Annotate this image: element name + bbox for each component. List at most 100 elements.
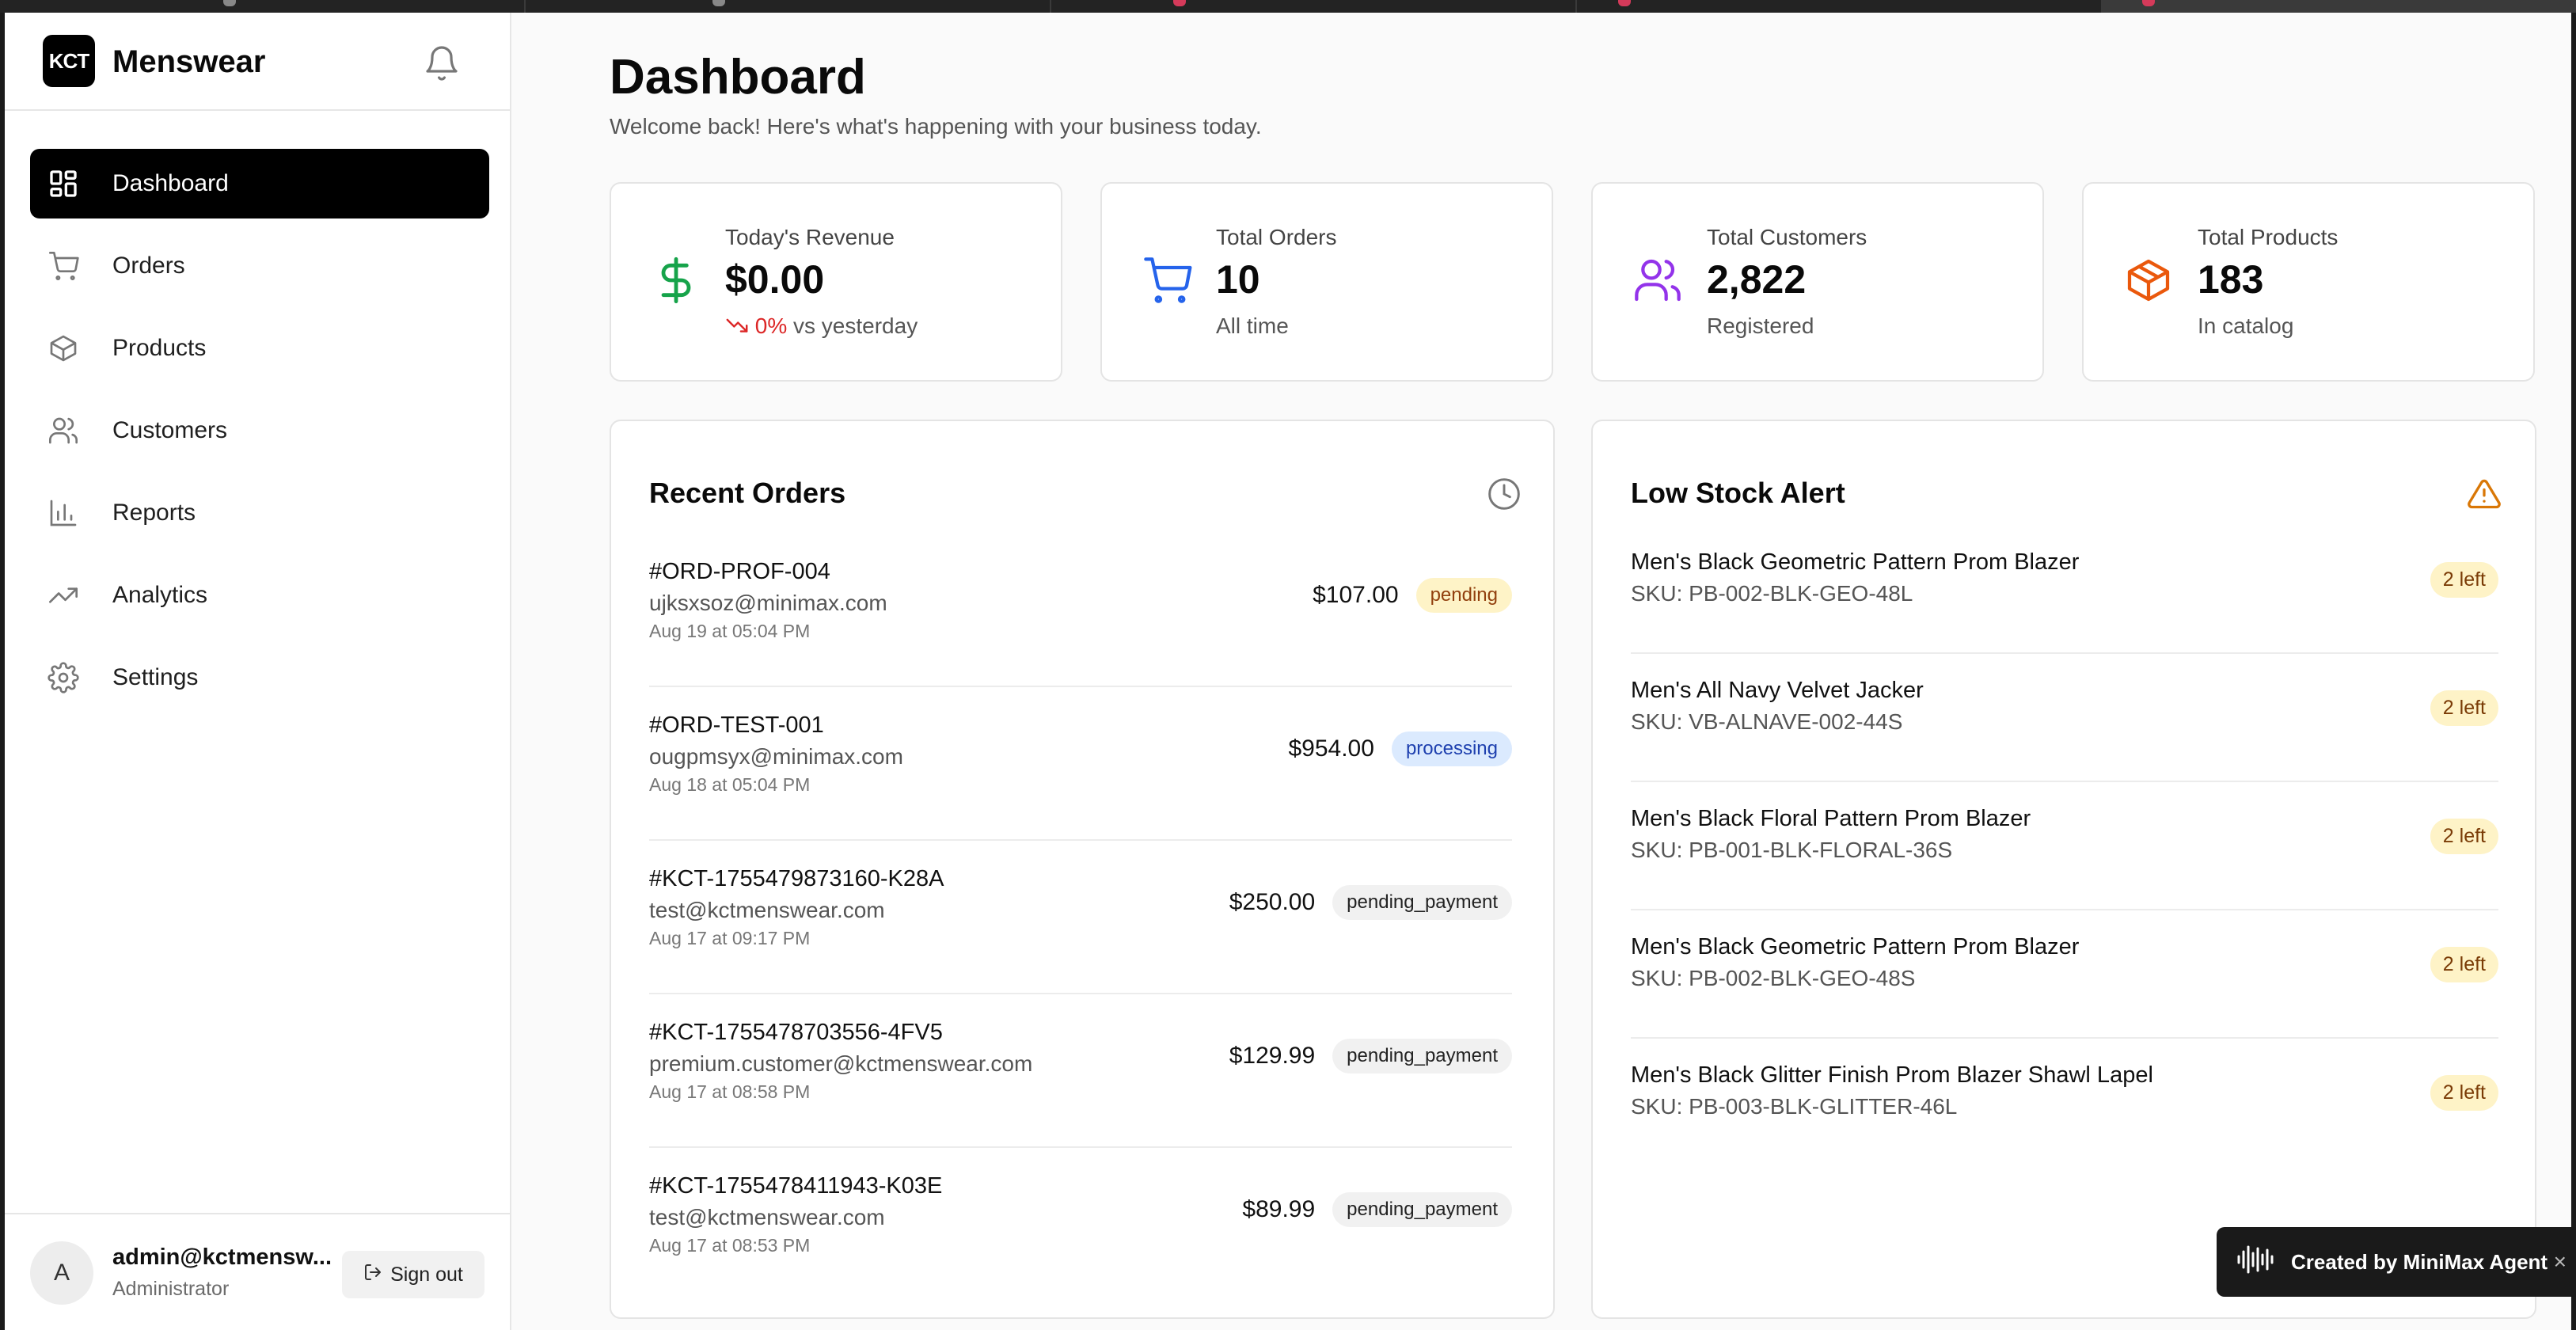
dashboard-grid-icon [47, 168, 79, 200]
clock-icon [1487, 477, 1522, 511]
low-stock-item[interactable]: Men's Black Floral Pattern Prom Blazer S… [1631, 782, 2498, 910]
brand-name: Menswear [112, 44, 266, 79]
status-badge: pending_payment [1332, 1192, 1512, 1227]
stat-card-products: Total Products 183 In catalog [2082, 182, 2535, 382]
close-icon[interactable]: × [2554, 1249, 2567, 1275]
stock-left-badge: 2 left [2430, 690, 2498, 726]
sidebar-item-label: Analytics [112, 582, 208, 608]
app-window: KCT Menswear Dashboard Orders Products C… [5, 13, 2571, 1330]
product-sku: SKU: PB-002-BLK-GEO-48L [1631, 581, 1913, 606]
stat-subtext: All time [1216, 314, 1289, 338]
order-date: Aug 18 at 05:04 PM [649, 774, 811, 795]
order-row[interactable]: #ORD-TEST-001 ougpmsyx@minimax.com Aug 1… [649, 687, 1512, 841]
users-icon [1632, 255, 1683, 306]
stock-left-badge: 2 left [2430, 1075, 2498, 1111]
trending-up-icon [47, 580, 79, 611]
browser-tab[interactable] [0, 0, 526, 13]
sidebar-item-analytics[interactable]: Analytics [30, 560, 489, 630]
low-stock-item[interactable]: Men's All Navy Velvet Jacker SKU: VB-ALN… [1631, 654, 2498, 782]
panel-title: Low Stock Alert [1631, 477, 1845, 509]
package-box-icon [2123, 255, 2174, 306]
trending-down-icon [725, 314, 755, 338]
shopping-cart-icon [47, 250, 79, 282]
minimax-agent-toast[interactable]: Created by MiniMax Agent × [2217, 1227, 2576, 1297]
low-stock-item[interactable]: Men's Black Geometric Pattern Prom Blaze… [1631, 526, 2498, 654]
order-amount: $107.00 [1313, 582, 1399, 608]
low-stock-panel: Low Stock Alert Men's Black Geometric Pa… [1591, 420, 2536, 1319]
stat-card-orders: Total Orders 10 All time [1100, 182, 1553, 382]
user-panel: A admin@kctmensw... Administrator Sign o… [5, 1213, 511, 1330]
tab-favicon [1173, 0, 1186, 6]
browser-tab-active[interactable] [2103, 0, 2576, 13]
bar-chart-icon [47, 497, 79, 529]
stat-card-customers: Total Customers 2,822 Registered [1591, 182, 2044, 382]
order-date: Aug 17 at 08:53 PM [649, 1235, 811, 1256]
order-id: #KCT-1755478703556-4FV5 [649, 1020, 943, 1045]
sidebar-item-orders[interactable]: Orders [30, 231, 489, 301]
order-row[interactable]: #KCT-1755478411943-K03E test@kctmenswear… [649, 1148, 1512, 1302]
user-role: Administrator [112, 1278, 230, 1300]
sidebar-item-settings[interactable]: Settings [30, 643, 489, 712]
page-title: Dashboard [610, 50, 866, 104]
stat-label: Total Products [2198, 225, 2339, 249]
browser-tab[interactable] [1051, 0, 1577, 13]
avatar: A [30, 1241, 93, 1305]
sidebar-nav: Dashboard Orders Products Customers Repo… [30, 149, 489, 725]
order-email: test@kctmenswear.com [649, 1205, 885, 1229]
stat-label: Total Orders [1216, 225, 1337, 249]
main-content: Dashboard Welcome back! Here's what's ha… [511, 13, 2571, 1330]
low-stock-item[interactable]: Men's Black Glitter Finish Prom Blazer S… [1631, 1039, 2498, 1167]
sidebar-item-label: Orders [112, 253, 185, 279]
order-id: #KCT-1755478411943-K03E [649, 1173, 943, 1199]
users-icon [47, 415, 79, 446]
brand-logo[interactable]: KCT [43, 35, 95, 87]
order-id: #KCT-1755479873160-K28A [649, 866, 944, 891]
low-stock-item[interactable]: Men's Black Geometric Pattern Prom Blaze… [1631, 910, 2498, 1039]
stat-value: $0.00 [725, 257, 825, 302]
order-row[interactable]: #ORD-PROF-004 ujksxsoz@minimax.com Aug 1… [649, 534, 1512, 687]
tab-favicon [2142, 0, 2155, 6]
sign-out-button[interactable]: Sign out [342, 1251, 484, 1298]
page-subtitle: Welcome back! Here's what's happening wi… [610, 114, 1262, 139]
stat-value: 183 [2198, 257, 2264, 302]
sidebar-item-label: Reports [112, 500, 196, 526]
stat-change-text: vs yesterday [793, 314, 918, 338]
gear-icon [47, 662, 79, 694]
tab-favicon [223, 0, 236, 6]
order-id: #ORD-PROF-004 [649, 559, 830, 584]
order-id: #ORD-TEST-001 [649, 712, 824, 738]
order-email: test@kctmenswear.com [649, 898, 885, 922]
browser-tab[interactable] [1577, 0, 2103, 13]
status-badge: pending [1415, 578, 1512, 613]
product-sku: SKU: PB-003-BLK-GLITTER-46L [1631, 1094, 1958, 1119]
order-date: Aug 19 at 05:04 PM [649, 621, 811, 641]
product-name: Men's Black Geometric Pattern Prom Blaze… [1631, 934, 2080, 960]
sidebar-item-products[interactable]: Products [30, 314, 489, 383]
sidebar-item-dashboard[interactable]: Dashboard [30, 149, 489, 218]
product-sku: SKU: PB-001-BLK-FLORAL-36S [1631, 838, 1953, 862]
stat-card-revenue: Today's Revenue $0.00 0% vs yesterday [610, 182, 1062, 382]
sidebar-item-label: Settings [112, 664, 199, 690]
browser-tab-strip [0, 0, 2576, 13]
stat-label: Total Customers [1707, 225, 1867, 249]
warning-triangle-icon [2467, 477, 2502, 511]
recent-orders-panel: Recent Orders #ORD-PROF-004 ujksxsoz@min… [610, 420, 1555, 1319]
sidebar-item-customers[interactable]: Customers [30, 396, 489, 466]
product-name: Men's Black Geometric Pattern Prom Blaze… [1631, 549, 2080, 575]
order-row[interactable]: #KCT-1755479873160-K28A test@kctmenswear… [649, 841, 1512, 994]
stat-subtext: 0% vs yesterday [725, 314, 918, 339]
browser-tab[interactable] [526, 0, 1051, 13]
sidebar-item-reports[interactable]: Reports [30, 478, 489, 548]
sign-out-label: Sign out [390, 1263, 463, 1286]
product-name: Men's All Navy Velvet Jacker [1631, 678, 1924, 703]
sidebar: KCT Menswear Dashboard Orders Products C… [5, 13, 511, 1330]
order-email: premium.customer@kctmenswear.com [649, 1051, 1033, 1076]
stat-value: 2,822 [1707, 257, 1807, 302]
order-row[interactable]: #KCT-1755478703556-4FV5 premium.customer… [649, 994, 1512, 1148]
order-amount: $89.99 [1242, 1196, 1316, 1222]
sidebar-item-label: Dashboard [112, 170, 229, 196]
stat-change-percent: 0% [754, 314, 788, 338]
bell-icon[interactable] [423, 44, 461, 82]
tab-favicon [1618, 0, 1631, 6]
order-date: Aug 17 at 09:17 PM [649, 928, 811, 948]
